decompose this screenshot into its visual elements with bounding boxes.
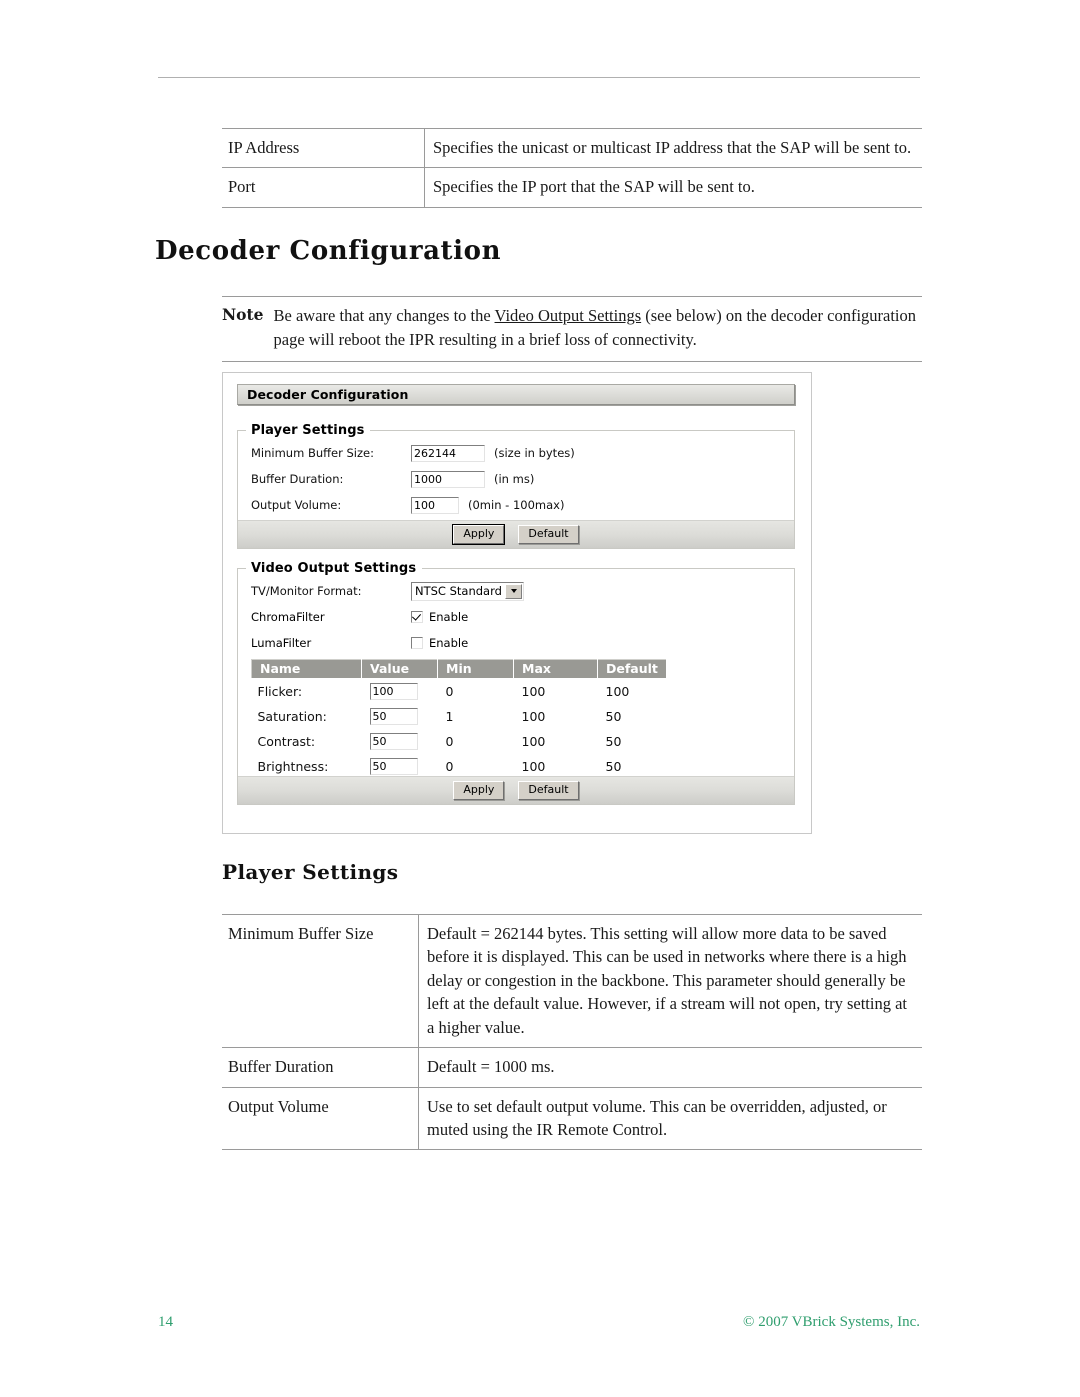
- screenshot-titlebar: Decoder Configuration: [237, 384, 795, 405]
- luma-filter-label: LumaFilter: [251, 636, 312, 650]
- table-row: Contrast: 0 100 50: [252, 729, 667, 754]
- table-header-row: Name Value Min Max Default: [251, 659, 667, 679]
- description-cell: Default = 1000 ms.: [418, 1047, 922, 1088]
- tv-monitor-format-label: TV/Monitor Format:: [251, 584, 362, 598]
- term-cell: Output Volume: [222, 1086, 419, 1151]
- term-cell: Minimum Buffer Size: [222, 913, 419, 1048]
- player-settings-legend: Player Settings: [251, 423, 365, 438]
- term-cell: IP Address: [222, 127, 425, 168]
- term-cell: Buffer Duration: [222, 1047, 419, 1088]
- video-apply-button[interactable]: Apply: [453, 781, 505, 800]
- contrast-value-input[interactable]: [369, 733, 418, 750]
- note-block: Note Be aware that any changes to the Vi…: [222, 296, 922, 362]
- param-name: Saturation:: [257, 709, 327, 724]
- field-buffer-duration: Buffer Duration: (in ms): [251, 466, 794, 492]
- page-number: 14: [158, 1314, 173, 1330]
- note-text: Be aware that any changes to the Video O…: [274, 304, 922, 352]
- minimum-buffer-size-label: Minimum Buffer Size:: [251, 446, 374, 460]
- column-header-default: Default: [597, 659, 667, 679]
- table-row: Flicker: 0 100 100: [252, 679, 667, 705]
- player-apply-button[interactable]: Apply: [452, 524, 506, 545]
- param-default: 100: [605, 684, 630, 699]
- brightness-value-input[interactable]: [369, 758, 418, 775]
- buffer-duration-hint: (in ms): [494, 472, 535, 486]
- page-footer: 14 © 2007 VBrick Systems, Inc.: [0, 1314, 1080, 1338]
- table-row: IP Address Specifies the unicast or mult…: [222, 127, 922, 168]
- page-title: Decoder Configuration: [155, 236, 502, 266]
- page-top-rule: [158, 77, 920, 78]
- luma-filter-checkbox[interactable]: [411, 637, 423, 649]
- param-max: 100: [521, 684, 546, 699]
- tv-monitor-format-value: NTSC Standard: [415, 583, 502, 598]
- buffer-duration-label: Buffer Duration:: [251, 472, 344, 486]
- param-name: Flicker:: [257, 684, 303, 699]
- minimum-buffer-size-input[interactable]: [411, 444, 485, 462]
- description-cell: Specifies the unicast or multicast IP ad…: [424, 127, 922, 168]
- note-bottom-rule: [222, 360, 922, 362]
- chroma-filter-checkbox[interactable]: [411, 611, 423, 623]
- output-volume-label: Output Volume:: [251, 498, 342, 512]
- column-header-min: Min: [437, 659, 514, 679]
- output-volume-input[interactable]: [411, 496, 459, 514]
- player-default-button[interactable]: Default: [518, 525, 579, 544]
- decoder-configuration-screenshot: Decoder Configuration Player Settings Mi…: [222, 372, 812, 834]
- table-row: Port Specifies the IP port that the SAP …: [222, 167, 922, 208]
- param-default: 50: [605, 734, 622, 749]
- table-row: Output Volume Use to set default output …: [222, 1086, 922, 1151]
- field-chroma-filter: ChromaFilter Enable: [251, 604, 794, 630]
- note-text-before: Be aware that any changes to the: [273, 306, 495, 325]
- video-output-settings-group: Video Output Settings TV/Monitor Format:…: [237, 561, 795, 805]
- copyright-notice: © 2007 VBrick Systems, Inc.: [743, 1314, 920, 1330]
- video-output-settings-legend: Video Output Settings: [251, 561, 417, 576]
- param-min: 0: [445, 734, 454, 749]
- description-cell: Default = 262144 bytes. This setting wil…: [418, 913, 922, 1048]
- column-header-max: Max: [513, 659, 598, 679]
- saturation-value-input[interactable]: [369, 708, 418, 725]
- video-default-button[interactable]: Default: [518, 781, 579, 800]
- player-settings-definition-table: Minimum Buffer Size Default = 262144 byt…: [222, 913, 922, 1151]
- video-parameters-table: Name Value Min Max Default Flicker: 0 1: [251, 659, 667, 779]
- field-tv-monitor-format: TV/Monitor Format: NTSC Standard: [251, 578, 794, 604]
- sap-definition-table: IP Address Specifies the unicast or mult…: [222, 127, 922, 208]
- player-settings-button-bar: Apply Default: [238, 520, 794, 548]
- table-row: Buffer Duration Default = 1000 ms.: [222, 1047, 922, 1088]
- column-header-name: Name: [251, 659, 362, 679]
- note-label: Note: [222, 305, 264, 324]
- video-settings-button-bar: Apply Default: [238, 776, 794, 804]
- description-cell: Specifies the IP port that the SAP will …: [424, 167, 922, 208]
- table-row: Saturation: 1 100 50: [252, 704, 667, 729]
- luma-filter-enable-label: Enable: [429, 636, 469, 650]
- param-max: 100: [521, 709, 546, 724]
- param-max: 100: [521, 734, 546, 749]
- table-row: Minimum Buffer Size Default = 262144 byt…: [222, 913, 922, 1048]
- param-min: 0: [445, 684, 454, 699]
- chroma-filter-enable-label: Enable: [429, 610, 469, 624]
- flicker-value-input[interactable]: [369, 683, 418, 700]
- player-settings-group: Player Settings Minimum Buffer Size: (si…: [237, 423, 795, 549]
- param-default: 50: [605, 709, 622, 724]
- param-min: 1: [445, 709, 454, 724]
- column-header-value: Value: [361, 659, 438, 679]
- field-luma-filter: LumaFilter Enable: [251, 630, 794, 656]
- field-output-volume: Output Volume: (0min - 100max): [251, 492, 794, 518]
- term-cell: Port: [222, 167, 425, 208]
- chevron-down-icon[interactable]: [505, 583, 522, 599]
- buffer-duration-input[interactable]: [411, 470, 485, 488]
- param-name: Contrast:: [257, 734, 316, 749]
- field-minimum-buffer-size: Minimum Buffer Size: (size in bytes): [251, 440, 794, 466]
- chroma-filter-label: ChromaFilter: [251, 610, 325, 624]
- section-title-player-settings: Player Settings: [222, 860, 399, 884]
- note-link-video-output-settings[interactable]: Video Output Settings: [495, 306, 642, 325]
- tv-monitor-format-select[interactable]: NTSC Standard: [411, 581, 524, 601]
- description-cell: Use to set default output volume. This c…: [418, 1086, 922, 1151]
- screenshot-title-label: Decoder Configuration: [247, 387, 409, 402]
- minimum-buffer-size-hint: (size in bytes): [494, 446, 575, 460]
- output-volume-hint: (0min - 100max): [468, 498, 565, 512]
